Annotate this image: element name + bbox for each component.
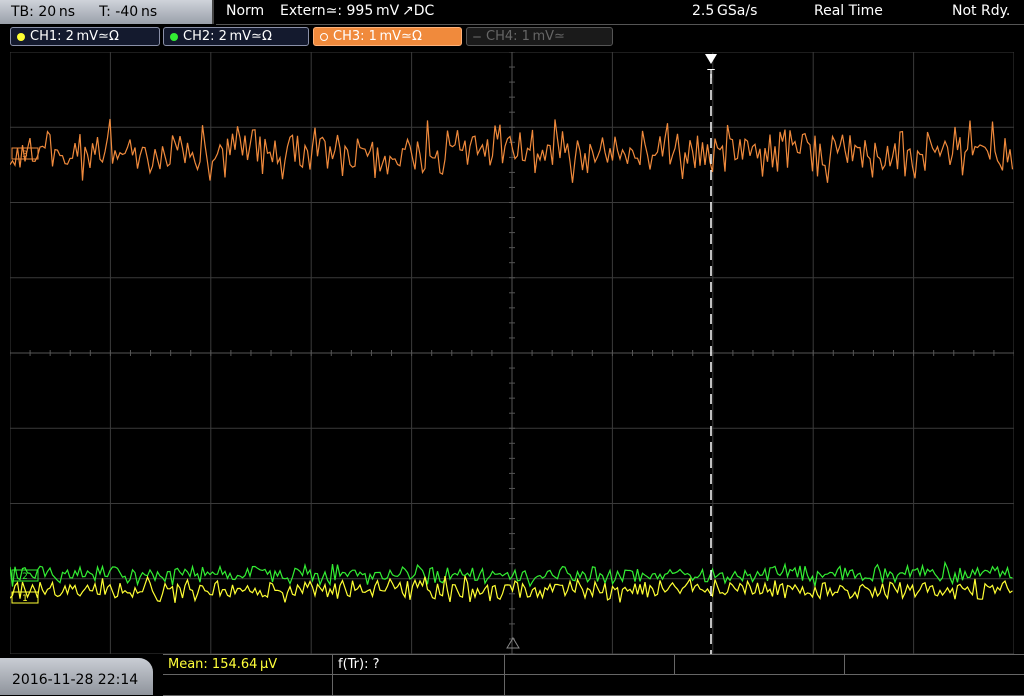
tab-ch3[interactable]: CH3: 1 mV≃Ω [313, 27, 462, 46]
tab-ch2-label: CH2: 2 mV≃Ω [183, 29, 272, 44]
tab-ch1-label: CH1: 2 mV≃Ω [30, 29, 119, 44]
acquisition-status: Norm Extern≃: 995 mV ↗DC 2.5 GSa/s Real … [216, 0, 1024, 25]
acquisition-mode: Real Time [814, 3, 883, 19]
measurement-panel[interactable]: Mean: 154.64 µV f(Tr): ? [163, 654, 1024, 696]
tab-ch4-label: CH4: 1 mV≃ [486, 29, 565, 44]
bottom-bar: 2016-11-28 22:14 Mean: 154.64 µV f(Tr): … [0, 654, 1024, 696]
trigger-status: Not Rdy. [952, 3, 1011, 19]
measurement-ftr[interactable]: f(Tr): ? [333, 655, 505, 675]
measurement-slot[interactable] [505, 675, 1024, 696]
trigger-time-value: T: -40 ns [99, 4, 158, 20]
measurement-slot[interactable] [675, 655, 845, 675]
trigger-position-icon[interactable] [705, 54, 717, 64]
datetime: 2016-11-28 22:14 [12, 672, 139, 688]
ch2-ref-label: 2 [22, 572, 28, 582]
ch2-trace [10, 560, 1013, 588]
ch1-ref-label: 1 [22, 594, 28, 604]
datetime-panel: 2016-11-28 22:14 [0, 658, 153, 695]
ch3-ref-label: 3 [22, 150, 28, 160]
ch1-ref-marker[interactable]: 1 [11, 591, 39, 604]
measurement-slot[interactable] [163, 675, 333, 696]
tab-ch4[interactable]: CH4: 1 mV≃ [466, 27, 613, 46]
ch4-off-icon [473, 35, 481, 38]
measurement-slot[interactable] [845, 655, 1024, 675]
sample-rate: 2.5 GSa/s [692, 3, 758, 19]
waveform-canvas: T 3 2 1 [10, 52, 1014, 654]
measurement-slot[interactable] [333, 675, 505, 696]
ch1-indicator-icon [17, 32, 25, 41]
ch2-indicator-icon [170, 32, 178, 41]
channel-tabs: CH1: 2 mV≃Ω CH2: 2 mV≃Ω CH3: 1 mV≃Ω CH4:… [0, 25, 1024, 49]
trigger-source[interactable]: Extern≃: 995 mV ↗DC [280, 3, 434, 19]
measurement-mean[interactable]: Mean: 154.64 µV [163, 655, 333, 675]
measurement-slot[interactable] [505, 655, 675, 675]
center-marker-icon [506, 637, 520, 649]
tab-ch3-label: CH3: 1 mV≃Ω [333, 29, 422, 44]
graticule [10, 52, 1014, 654]
waveform-display[interactable]: T 3 2 1 [10, 52, 1014, 654]
top-status-bar: TB: 20 ns T: -40 ns Norm Extern≃: 995 mV… [0, 0, 1024, 25]
ch3-indicator-icon [320, 32, 328, 41]
ch3-trace [10, 118, 1014, 183]
tab-ch2[interactable]: CH2: 2 mV≃Ω [163, 27, 309, 46]
tab-ch1[interactable]: CH1: 2 mV≃Ω [10, 27, 160, 46]
timebase-panel[interactable]: TB: 20 ns T: -40 ns [0, 0, 214, 24]
trigger-marker-label: T [706, 67, 715, 81]
timebase-value: TB: 20 ns [11, 4, 76, 20]
trigger-mode[interactable]: Norm [226, 3, 264, 19]
